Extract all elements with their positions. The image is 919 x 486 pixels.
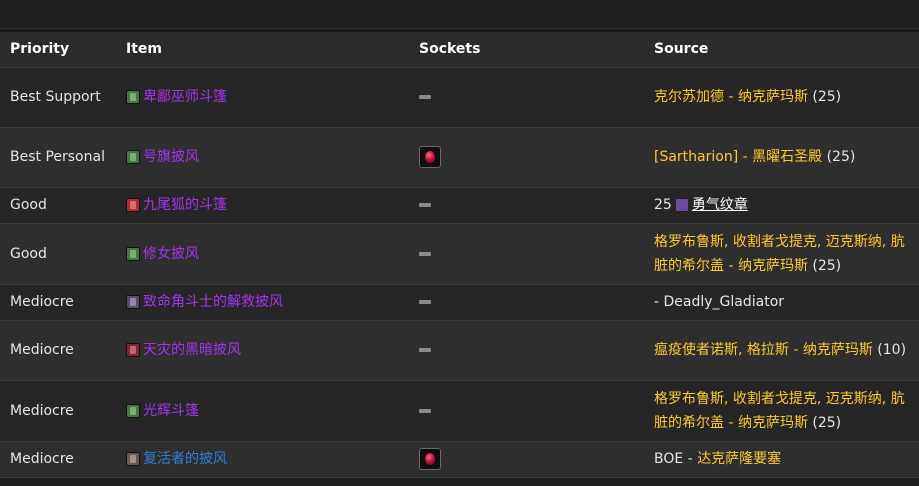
no-socket-dash (419, 95, 431, 99)
red-socket-icon[interactable] (419, 146, 441, 168)
item-link[interactable]: 致命角斗士的解救披风 (143, 290, 283, 314)
table-row: Mediocre 致命角斗士的解救披风 - Deadly_Gladiator (0, 284, 919, 321)
priority-label: Mediocre (10, 451, 74, 467)
source-cell: 瘟疫使者诺斯, 格拉斯 - 纳克萨玛斯 (10) (644, 320, 919, 381)
item-link[interactable]: 光辉斗篷 (143, 399, 199, 423)
priority-cell: Mediocre (0, 284, 116, 321)
source-text: BOE - (654, 451, 698, 467)
item-cell: 修女披风 (116, 223, 409, 285)
sockets-cell (409, 380, 644, 442)
priority-cell: Good (0, 187, 116, 224)
item-link[interactable]: 号旗披风 (143, 145, 199, 169)
item-cell: 号旗披风 (116, 127, 409, 188)
priority-label: Best Support (10, 89, 101, 105)
table-row: Good 修女披风 格罗布鲁斯, 收割者戈提克, 迈克斯纳, 肮脏的希尔盖 - … (0, 223, 919, 285)
item-cell: 光辉斗篷 (116, 380, 409, 442)
item-icon[interactable] (126, 343, 140, 357)
item-icon[interactable] (126, 403, 140, 418)
item-cell: 复活者的披风 (116, 441, 409, 478)
source-cell: 克尔苏加德 - 纳克萨玛斯 (25) (644, 67, 919, 128)
table-header-row: Priority Item Sockets Source (0, 32, 919, 68)
item-link[interactable]: 修女披风 (143, 242, 199, 266)
badge-icon (674, 198, 689, 212)
item-icon[interactable] (126, 198, 140, 212)
source-text: (10) (872, 342, 907, 358)
header-source: Source (644, 32, 919, 68)
sockets-cell (409, 320, 644, 381)
item-icon[interactable] (126, 90, 140, 104)
item-link[interactable]: 卑鄙巫师斗篷 (143, 85, 227, 109)
table-row: Mediocre 复活者的披风 BOE - 达克萨隆要塞 (0, 441, 919, 478)
no-socket-dash (419, 408, 431, 413)
priority-cell: Mediocre (0, 441, 116, 478)
priority-cell: Good (0, 223, 116, 285)
item-cell: 天灾的黑暗披风 (116, 320, 409, 381)
priority-label: Good (10, 197, 47, 213)
source-cell: BOE - 达克萨隆要塞 (644, 441, 919, 478)
item-priority-table: Priority Item Sockets Source Best Suppor… (0, 32, 919, 478)
priority-cell: Mediocre (0, 380, 116, 442)
priority-label: Mediocre (10, 342, 74, 358)
sockets-cell (409, 441, 644, 478)
source-cell: [Sartharion] - 黑曜石圣殿 (25) (644, 127, 919, 188)
sockets-cell (409, 284, 644, 321)
red-socket-icon[interactable] (419, 448, 441, 470)
no-socket-dash (419, 203, 431, 207)
currency-link[interactable]: 勇气纹章 (692, 197, 748, 213)
item-cell: 致命角斗士的解救披风 (116, 284, 409, 321)
no-socket-dash (419, 251, 431, 256)
source-text: 25 (654, 197, 672, 213)
priority-label: Mediocre (10, 402, 74, 419)
source-link[interactable]: 格罗布鲁斯, 收割者戈提克, 迈克斯纳, 肮脏的希尔盖 - 纳克萨玛斯 (654, 234, 905, 274)
table-row: Best Support 卑鄙巫师斗篷 克尔苏加德 - 纳克萨玛斯 (25) (0, 67, 919, 128)
item-icon[interactable] (126, 246, 140, 261)
item-link[interactable]: 天灾的黑暗披风 (143, 338, 241, 362)
item-icon[interactable] (126, 295, 140, 309)
item-cell: 卑鄙巫师斗篷 (116, 67, 409, 128)
sockets-cell (409, 187, 644, 224)
no-socket-dash (419, 348, 431, 352)
source-link[interactable]: 克尔苏加德 - 纳克萨玛斯 (654, 89, 808, 105)
source-cell: 格罗布鲁斯, 收割者戈提克, 迈克斯纳, 肮脏的希尔盖 - 纳克萨玛斯 (25) (644, 223, 919, 285)
item-icon[interactable] (126, 452, 140, 466)
source-link[interactable]: 瘟疫使者诺斯, 格拉斯 - 纳克萨玛斯 (654, 342, 873, 358)
table-row: Best Personal 号旗披风 [Sartharion] - 黑曜石圣殿 … (0, 127, 919, 188)
item-link[interactable]: 复活者的披风 (143, 447, 227, 471)
sockets-cell (409, 223, 644, 285)
priority-label: Good (10, 245, 47, 262)
header-priority: Priority (0, 32, 116, 68)
source-text: (25) (807, 257, 842, 274)
priority-cell: Best Support (0, 67, 116, 128)
source-text: - Deadly_Gladiator (654, 294, 785, 310)
sockets-cell (409, 67, 644, 128)
source-cell: 25 勇气纹章 (644, 187, 919, 224)
table-row: Mediocre 光辉斗篷 格罗布鲁斯, 收割者戈提克, 迈克斯纳, 肮脏的希尔… (0, 380, 919, 442)
source-cell: 格罗布鲁斯, 收割者戈提克, 迈克斯纳, 肮脏的希尔盖 - 纳克萨玛斯 (25) (644, 380, 919, 442)
table-row: Mediocre 天灾的黑暗披风 瘟疫使者诺斯, 格拉斯 - 纳克萨玛斯 (10… (0, 320, 919, 381)
no-socket-dash (419, 300, 431, 304)
priority-cell: Mediocre (0, 320, 116, 381)
source-link[interactable]: 格罗布鲁斯, 收割者戈提克, 迈克斯纳, 肮脏的希尔盖 - 纳克萨玛斯 (654, 391, 905, 431)
header-item: Item (116, 32, 409, 68)
source-link[interactable]: 达克萨隆要塞 (697, 451, 781, 467)
item-cell: 九尾狐的斗篷 (116, 187, 409, 224)
source-text: (25) (807, 414, 842, 431)
sockets-cell (409, 127, 644, 188)
source-text: (25) (807, 89, 842, 105)
header-sockets: Sockets (409, 32, 644, 68)
table-row: Good 九尾狐的斗篷 25 勇气纹章 (0, 187, 919, 224)
priority-cell: Best Personal (0, 127, 116, 188)
source-link[interactable]: [Sartharion] - 黑曜石圣殿 (654, 149, 822, 165)
source-cell: - Deadly_Gladiator (644, 284, 919, 321)
source-text: (25) (822, 149, 856, 165)
item-icon[interactable] (126, 150, 140, 164)
item-link[interactable]: 九尾狐的斗篷 (143, 193, 227, 217)
priority-label: Mediocre (10, 294, 74, 310)
priority-label: Best Personal (10, 149, 105, 165)
top-bar (0, 0, 919, 29)
